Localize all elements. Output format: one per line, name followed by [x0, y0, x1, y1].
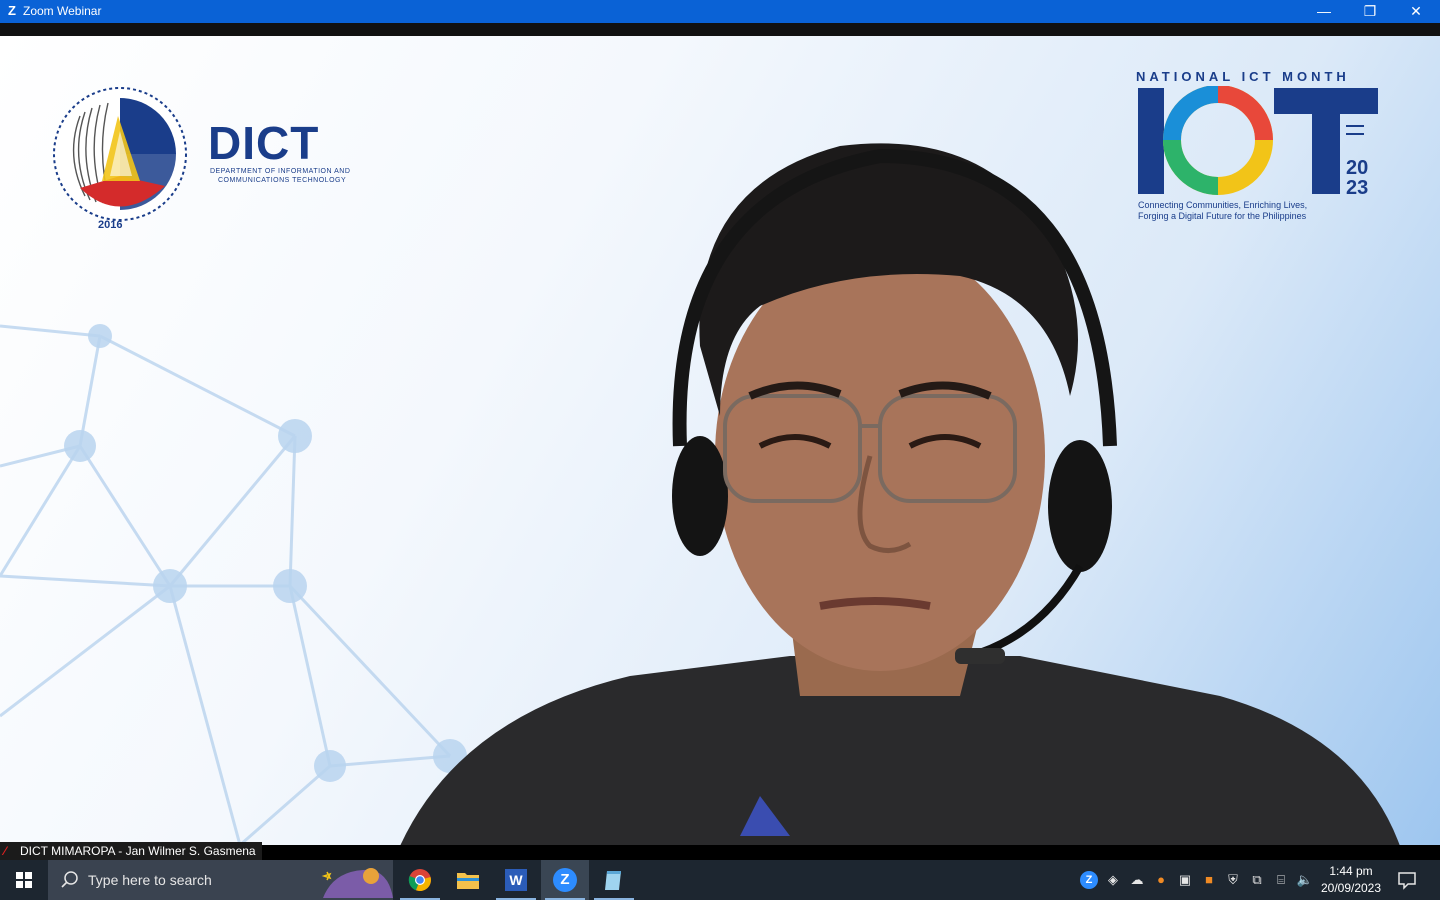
taskbar-search-box[interactable]: Type here to search: [48, 860, 393, 900]
notification-icon[interactable]: [1396, 870, 1418, 890]
notepad-icon: [605, 871, 621, 890]
volume-icon[interactable]: 🔈: [1296, 871, 1314, 889]
folder-icon: [457, 873, 479, 889]
search-highlight-icon: [321, 868, 393, 898]
zoom-icon: Z: [553, 868, 577, 892]
dict-seal-icon: [53, 87, 187, 221]
windows-start-icon[interactable]: [0, 860, 48, 900]
ict-month-heading: NATIONAL ICT MONTH: [1136, 69, 1350, 84]
participant-name: DICT MIMAROPA - Jan Wilmer S. Gasmena: [20, 844, 256, 858]
clock-date[interactable]: 20/09/2023: [1318, 880, 1384, 896]
taskbar-word[interactable]: W: [492, 860, 540, 900]
power-app-icon[interactable]: ■: [1200, 871, 1218, 889]
muted-mic-icon: ⁄: [4, 844, 7, 858]
video-top-border: [0, 23, 1440, 36]
window-title: Zoom Webinar: [23, 4, 102, 18]
taskbar-notepad[interactable]: [590, 860, 638, 900]
dict-year: 2016: [98, 219, 123, 231]
windows-taskbar: Type here to search W Z Z ◈ ☁ ● ▣ ■ ⛨ ⧉ …: [0, 860, 1440, 900]
display-icon[interactable]: ⧉: [1248, 871, 1266, 889]
dict-wordmark: DICT: [208, 117, 320, 169]
search-icon: [61, 871, 78, 888]
restore-button[interactable]: ❐: [1347, 0, 1393, 23]
zoom-logo-icon: Z: [8, 3, 16, 18]
dict-subtitle-line1: DEPARTMENT OF INFORMATION AND: [210, 168, 351, 175]
speaker-figure: [400, 143, 1400, 845]
search-placeholder: Type here to search: [88, 872, 212, 888]
minimize-button[interactable]: —: [1301, 0, 1347, 23]
security-icon[interactable]: ⛨: [1224, 871, 1242, 889]
speaker-video[interactable]: DICT DEPARTMENT OF INFORMATION AND COMMU…: [0, 36, 1440, 845]
app-tray-icon[interactable]: ◈: [1104, 871, 1122, 889]
window-titlebar: Z Zoom Webinar — ❐ ✕: [0, 0, 1440, 23]
taskbar-zoom[interactable]: Z: [541, 860, 589, 900]
word-icon: W: [505, 869, 527, 891]
meet-now-icon[interactable]: ▣: [1176, 871, 1194, 889]
taskbar-chrome[interactable]: [396, 860, 444, 900]
onedrive-icon[interactable]: ☁: [1128, 871, 1146, 889]
chrome-icon: [408, 869, 431, 892]
network-icon[interactable]: ⌸: [1272, 871, 1290, 889]
close-button[interactable]: ✕: [1393, 0, 1439, 23]
participant-name-tag: ⁄ DICT MIMAROPA - Jan Wilmer S. Gasmena: [0, 842, 262, 860]
dict-subtitle-line2: COMMUNICATIONS TECHNOLOGY: [218, 177, 347, 184]
zoom-tray-icon[interactable]: Z: [1080, 871, 1098, 889]
clock-time[interactable]: 1:44 pm: [1322, 863, 1380, 879]
avast-icon[interactable]: ●: [1152, 871, 1170, 889]
taskbar-file-explorer[interactable]: [444, 860, 492, 900]
